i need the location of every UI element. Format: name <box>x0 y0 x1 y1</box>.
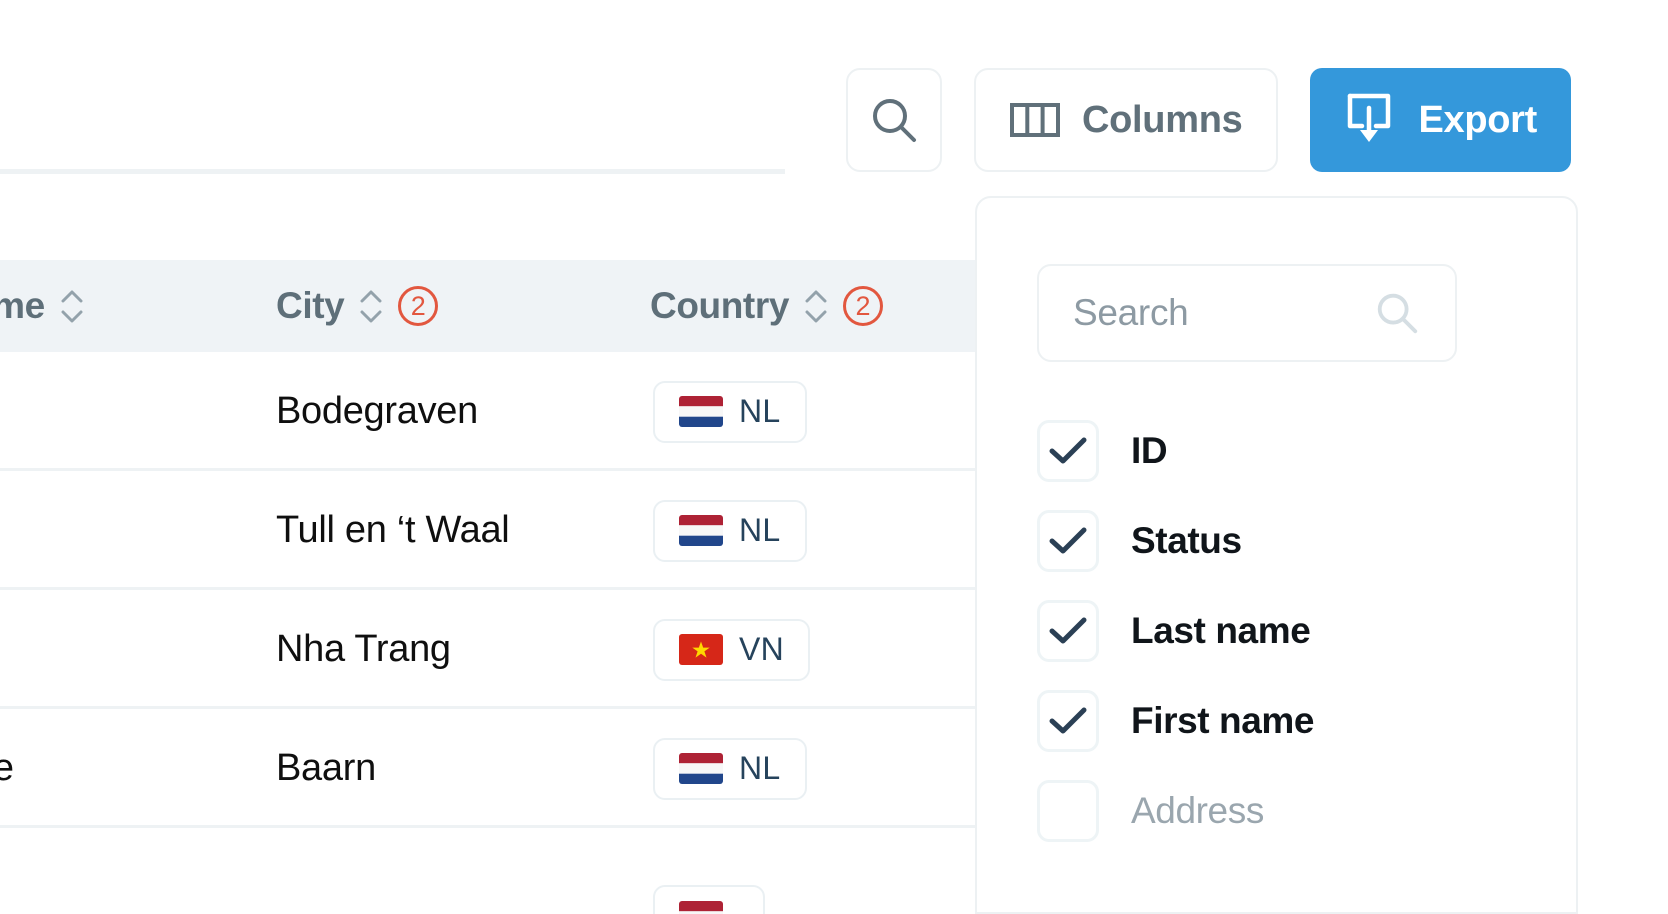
checkbox-checked[interactable] <box>1037 420 1099 482</box>
check-icon <box>1049 617 1087 644</box>
columns-option-list: ID Status Last name First name Address <box>977 406 1576 856</box>
search-icon <box>873 99 916 142</box>
search-toggle-button[interactable] <box>846 68 942 172</box>
cell-city: Bodegraven <box>276 352 478 471</box>
cell-text: Bodegraven <box>276 390 478 432</box>
country-chip: NL <box>653 499 807 562</box>
cell-city: Baarn <box>276 709 376 828</box>
filter-count-badge[interactable]: 2 <box>843 286 884 326</box>
column-option-last-name[interactable]: Last name <box>977 586 1576 676</box>
country-code: NL <box>739 512 781 548</box>
sort-arrows-icon[interactable] <box>360 289 382 324</box>
search-icon <box>1377 293 1418 334</box>
flag-nl-icon <box>679 515 723 546</box>
cell-text: lo <box>0 509 1 552</box>
flag-nl-icon <box>679 900 723 914</box>
column-option-label: ID <box>1131 430 1168 471</box>
column-header-city[interactable]: City 2 <box>276 285 439 327</box>
sort-arrows-icon[interactable] <box>805 289 827 324</box>
columns-button-label: Columns <box>1082 98 1243 141</box>
cell-country: NL <box>653 471 807 590</box>
column-header-label: ame <box>0 285 45 326</box>
export-button[interactable]: Export <box>1310 68 1572 172</box>
cell-text: Baarn <box>276 747 376 789</box>
check-icon <box>1049 527 1087 554</box>
cell-name: lo <box>0 471 1 590</box>
sort-arrows-icon[interactable] <box>61 289 83 324</box>
column-option-address[interactable]: Address <box>977 766 1576 856</box>
column-option-status[interactable]: Status <box>977 496 1576 586</box>
column-header-name[interactable]: ame <box>0 285 83 327</box>
column-header-label: City <box>276 285 345 326</box>
column-option-first-name[interactable]: First name <box>977 676 1576 766</box>
columns-button[interactable]: Columns <box>974 68 1279 172</box>
country-chip: NL <box>653 737 807 800</box>
column-option-label: Status <box>1131 520 1242 561</box>
column-header-country[interactable]: Country 2 <box>650 285 884 327</box>
cell-country: NL <box>653 709 807 828</box>
checkbox-unchecked[interactable] <box>1037 780 1099 842</box>
cell-city: Tull en ‘t Waal <box>276 471 510 590</box>
export-button-label: Export <box>1418 98 1538 141</box>
country-chip <box>653 885 765 914</box>
country-chip: VN <box>653 618 811 681</box>
country-code: NL <box>739 393 781 429</box>
table-toolbar: Columns Export <box>846 68 1572 172</box>
table-row[interactable]: Bodegraven NL <box>0 352 975 471</box>
column-option-label: Last name <box>1131 610 1311 651</box>
table-row[interactable]: lo Tull en ‘t Waal NL <box>0 471 975 590</box>
flag-nl-icon <box>679 396 723 427</box>
data-table: ame City 2 Country <box>0 0 975 914</box>
cell-text: Tull en ‘t Waal <box>276 509 510 551</box>
columns-dropdown-panel: ID Status Last name <box>975 196 1578 914</box>
country-code: NL <box>739 750 781 786</box>
check-icon <box>1049 437 1087 464</box>
table-row[interactable]: Nha Trang VN <box>0 590 975 709</box>
checkbox-checked[interactable] <box>1037 510 1099 572</box>
cell-name: ne <box>0 709 14 828</box>
column-option-label: First name <box>1131 700 1315 741</box>
columns-search-input[interactable] <box>1073 292 1373 334</box>
cell-country: NL <box>653 352 807 471</box>
check-icon <box>1049 707 1087 734</box>
column-option-id[interactable]: ID <box>977 406 1576 496</box>
checkbox-checked[interactable] <box>1037 600 1099 662</box>
columns-search-field[interactable] <box>1037 264 1457 362</box>
country-code: VN <box>739 631 785 667</box>
checkbox-checked[interactable] <box>1037 690 1099 752</box>
toolbar-divider <box>0 169 785 174</box>
column-option-label: Address <box>1131 790 1264 831</box>
flag-vn-icon <box>679 634 723 665</box>
app-root: ame City 2 Country <box>0 0 1668 914</box>
table-header-row: ame City 2 Country <box>0 260 975 352</box>
country-chip: NL <box>653 380 807 443</box>
cell-country <box>653 885 765 914</box>
cell-text: ne <box>0 747 14 789</box>
columns-icon <box>1010 103 1060 137</box>
export-download-icon <box>1348 93 1391 142</box>
flag-nl-icon <box>679 753 723 784</box>
cell-city: Nha Trang <box>276 590 451 709</box>
column-header-label: Country <box>650 285 790 326</box>
table-row[interactable] <box>0 828 975 914</box>
cell-text: Nha Trang <box>276 628 451 670</box>
cell-country: VN <box>653 590 811 709</box>
table-row[interactable]: ne Baarn NL <box>0 709 975 828</box>
filter-count-badge[interactable]: 2 <box>398 286 439 326</box>
